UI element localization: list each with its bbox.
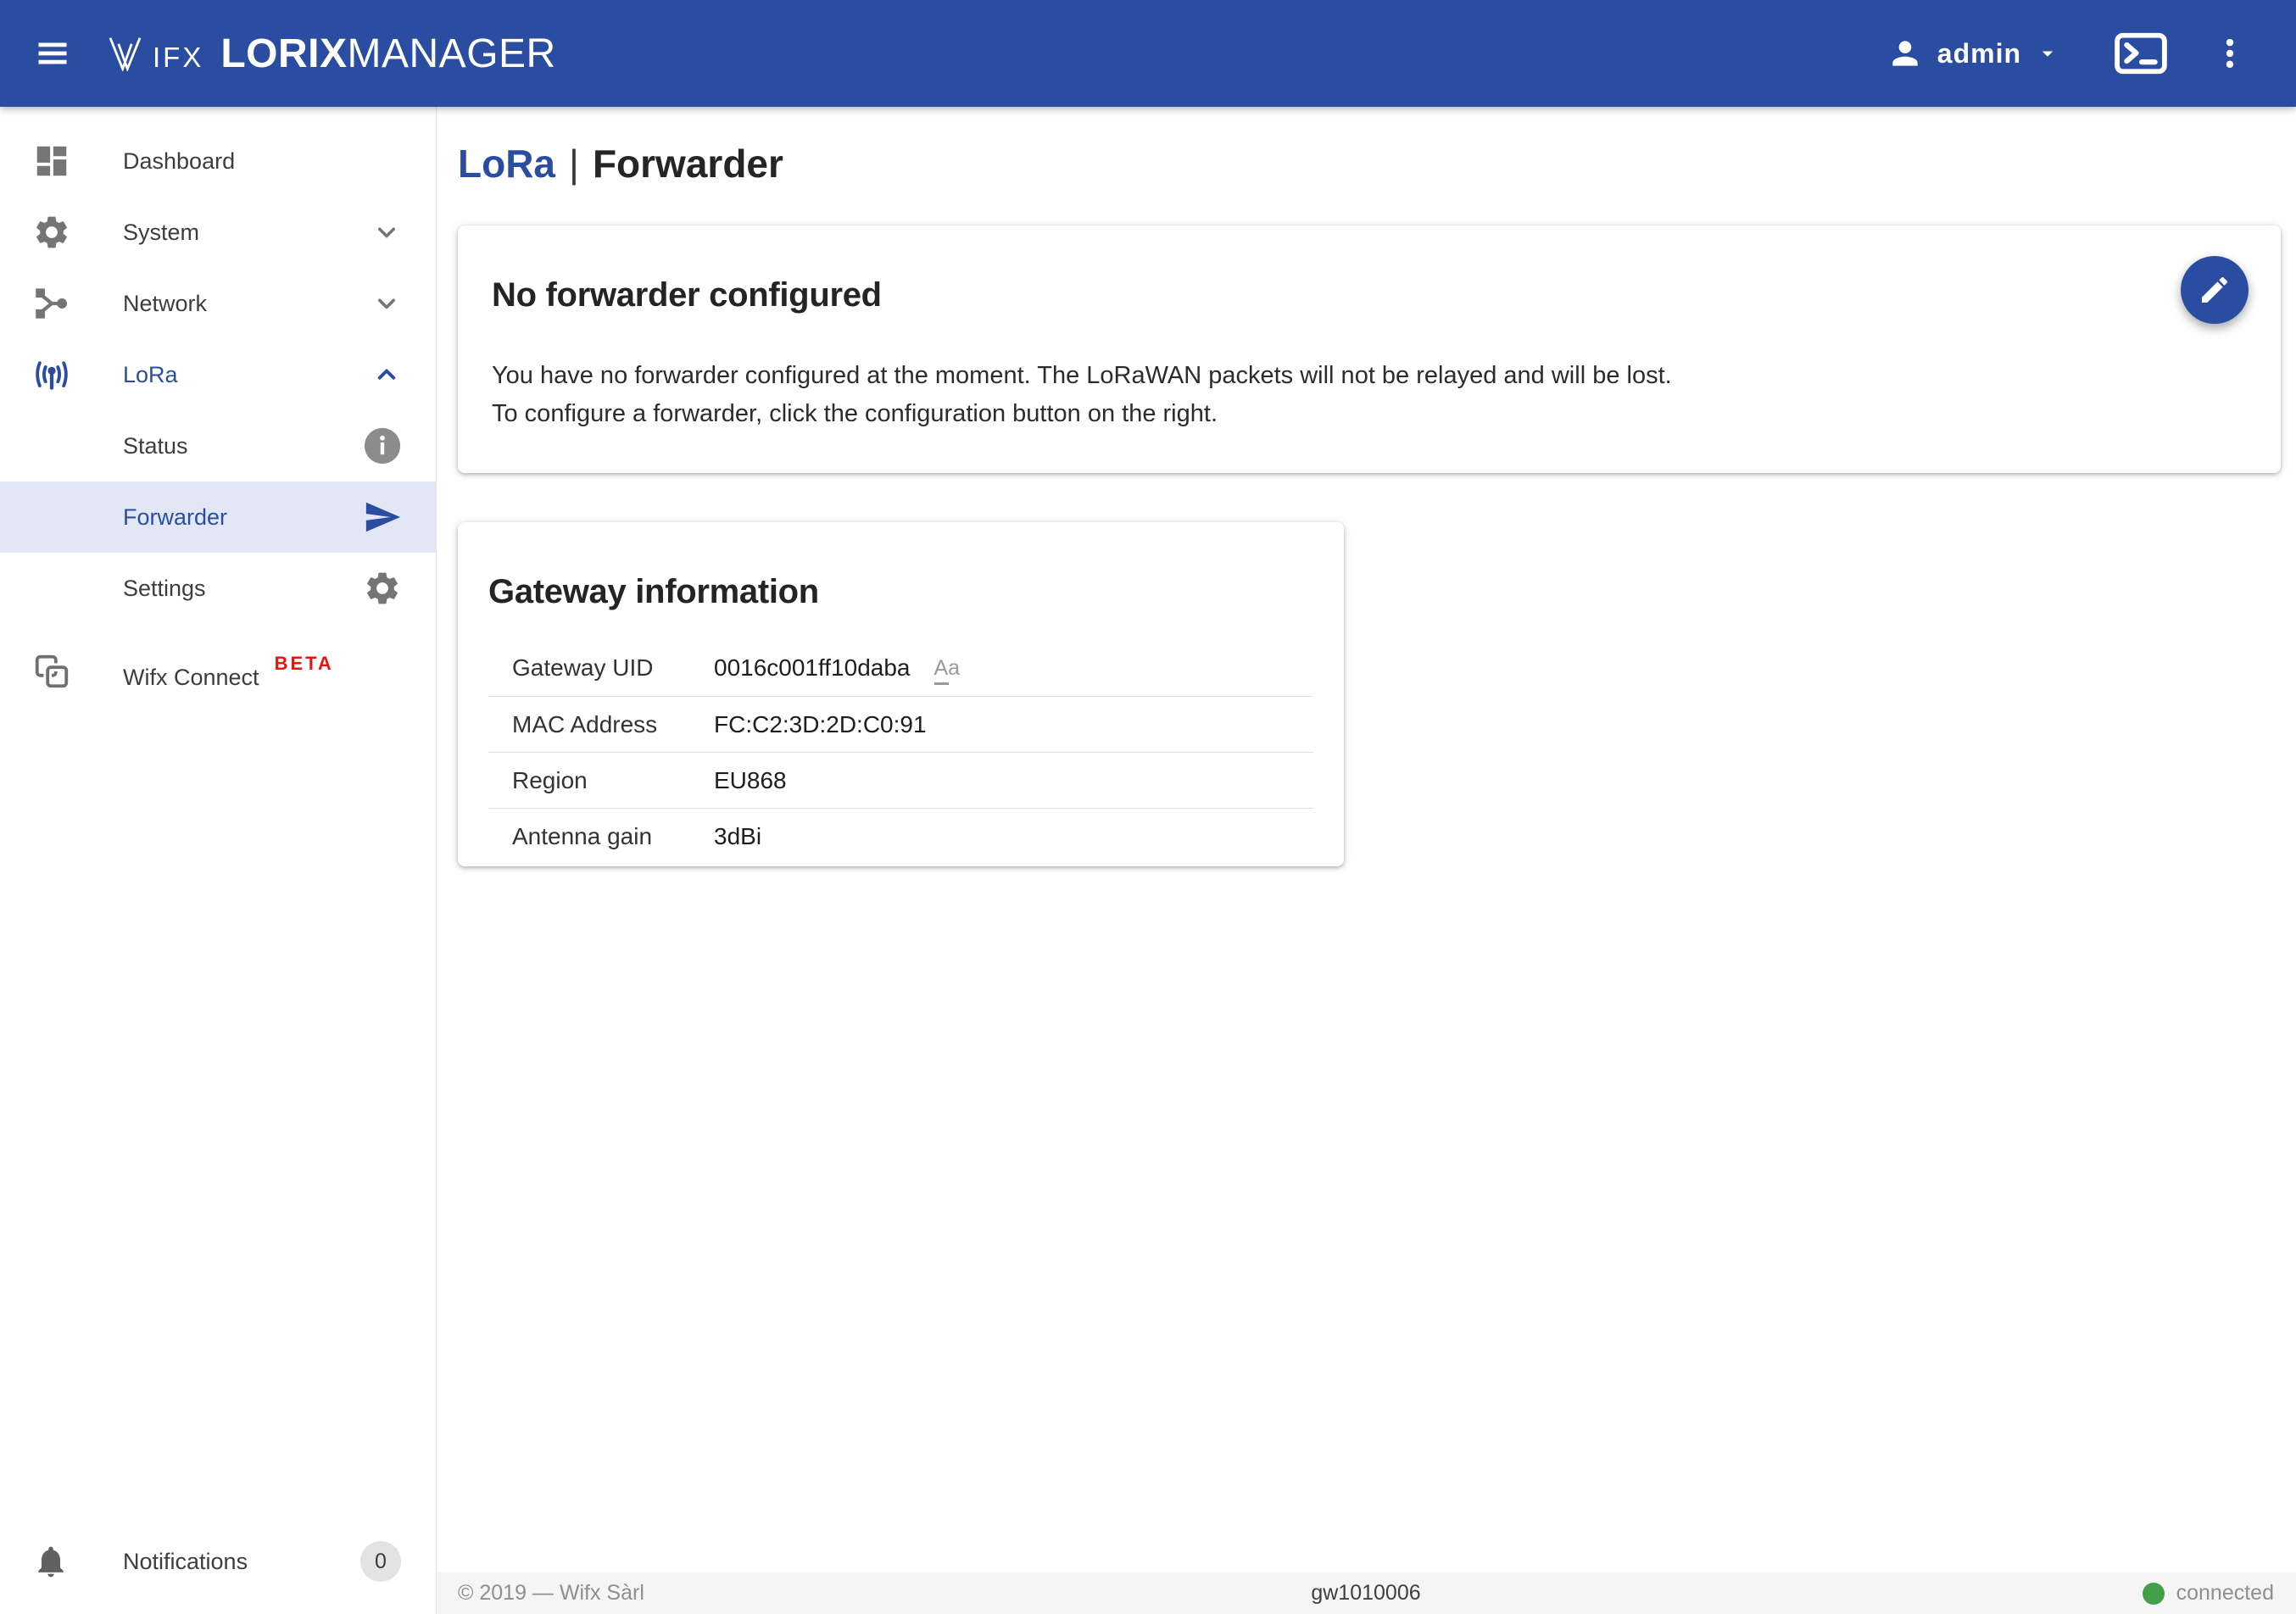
sidebar-item-label: System: [123, 219, 200, 245]
row-value: 3dBi: [714, 822, 762, 849]
app-window: IFX LORIXMANAGER admin Dashboard System …: [0, 0, 2296, 1614]
row-value: 0016c001ff10daba: [714, 654, 911, 681]
row-label: MAC Address: [512, 710, 658, 737]
network-icon: [36, 288, 68, 319]
status-label: connected: [2176, 1581, 2274, 1605]
notifications-label: Notifications: [123, 1548, 248, 1574]
row-value: FC:C2:3D:2D:C0:91: [714, 710, 927, 737]
terminal-icon: [2115, 32, 2167, 75]
app-header: IFX LORIXMANAGER admin: [0, 0, 2296, 107]
user-name: admin: [1937, 37, 2021, 69]
row-label: Region: [512, 766, 588, 793]
brand-logo: IFX LORIXMANAGER: [107, 31, 556, 77]
person-icon: [1892, 41, 1918, 66]
chevron-up-icon: [377, 369, 396, 380]
table-row-antenna-gain: Antenna gain 3dBi: [488, 808, 1313, 864]
main-content: LoRa | Forwarder No forwarder configured…: [437, 107, 2296, 1614]
sidebar-item-label: Forwarder: [123, 504, 228, 530]
sidebar-item-dashboard[interactable]: Dashboard: [0, 125, 436, 197]
card-no-forwarder: No forwarder configured You have no forw…: [458, 225, 2281, 473]
sidebar-item-system[interactable]: System: [0, 197, 436, 268]
hamburger-icon: [38, 42, 67, 64]
pencil-icon: [2202, 276, 2228, 303]
page-title: LoRa | Forwarder: [458, 141, 2296, 186]
menu-button[interactable]: [34, 35, 71, 72]
brand-ifx-text: IFX: [153, 41, 204, 73]
sidebar-item-lora[interactable]: LoRa: [0, 339, 436, 410]
caret-down-icon: [2042, 51, 2054, 57]
beta-badge: BETA: [274, 652, 334, 674]
brand-product-name: LORIXMANAGER: [220, 31, 555, 77]
page-section-link[interactable]: LoRa: [458, 141, 555, 186]
terminal-button[interactable]: [2115, 32, 2167, 75]
row-label: Antenna gain: [512, 822, 653, 849]
gear-icon: [36, 216, 67, 248]
table-row-mac-address: MAC Address FC:C2:3D:2D:C0:91: [488, 696, 1313, 752]
send-icon: [365, 502, 401, 532]
connect-icon: [35, 654, 71, 691]
card-title: No forwarder configured: [492, 276, 882, 314]
sidebar-item-label: Settings: [123, 575, 206, 601]
sidebar-item-label: Wifx Connect BETA: [123, 653, 436, 691]
chevron-down-icon: [377, 227, 396, 238]
more-vert-icon: [2226, 38, 2234, 69]
sidebar-item-label: Dashboard: [123, 147, 236, 174]
row-value: EU868: [714, 766, 787, 793]
brand-lorix-text: LORIX: [220, 31, 348, 76]
sidebar-item-label: Status: [123, 432, 188, 459]
chevron-down-icon: [377, 298, 396, 309]
footer: © 2019 — Wifx Sàrl gw1010006 connected: [437, 1572, 2296, 1614]
dashboard-icon: [36, 146, 67, 176]
table-row-region: Region EU868: [488, 752, 1313, 808]
lora-antenna-icon: [36, 361, 68, 390]
status-indicator: connected: [1799, 1581, 2274, 1606]
sidebar-item-settings[interactable]: Settings: [0, 553, 436, 624]
title-separator: |: [569, 142, 579, 186]
user-menu[interactable]: admin: [1886, 35, 2060, 72]
sidebar-item-network[interactable]: Network: [0, 268, 436, 339]
card-text-line-1: You have no forwarder configured at the …: [492, 362, 1672, 389]
wifx-w-icon: [109, 37, 142, 71]
gateway-info-table: Gateway UID 0016c001ff10daba Aa MAC Addr…: [488, 640, 1313, 864]
copyright-text: © 2019 — Wifx Sàrl: [458, 1581, 644, 1605]
notifications-row[interactable]: Notifications 0: [0, 1526, 435, 1597]
edit-forwarder-fab[interactable]: [2181, 256, 2249, 324]
info-icon: [364, 427, 401, 465]
overflow-menu-button[interactable]: [2211, 35, 2249, 72]
sidebar-item-label: Network: [123, 290, 208, 316]
status-dot: [2142, 1582, 2165, 1605]
card-title: Gateway information: [488, 573, 819, 610]
sidebar: Dashboard System Network LoRa Status For…: [0, 107, 437, 1614]
notifications-count-badge: 0: [360, 1541, 401, 1582]
sidebar-item-forwarder[interactable]: Forwarder: [0, 481, 436, 553]
case-toggle-icon[interactable]: Aa: [933, 656, 960, 685]
bell-icon: [38, 1546, 64, 1578]
gateway-id-text: gw1010006: [1311, 1581, 1421, 1605]
page-title-text: Forwarder: [592, 142, 783, 186]
brand-manager-text: MANAGER: [347, 31, 556, 76]
row-label: Gateway UID: [512, 654, 654, 681]
sidebar-item-wifx-connect[interactable]: Wifx Connect BETA: [0, 636, 436, 707]
gear-icon: [367, 572, 398, 604]
sidebar-item-label: LoRa: [123, 361, 178, 387]
card-gateway-info: Gateway information Gateway UID 0016c001…: [458, 522, 1344, 866]
sidebar-item-status[interactable]: Status: [0, 410, 436, 481]
wifx-connect-text: Wifx Connect: [123, 664, 259, 690]
card-text-line-2: To configure a forwarder, click the conf…: [492, 400, 1218, 427]
table-row-gateway-uid: Gateway UID 0016c001ff10daba Aa: [488, 640, 1313, 696]
